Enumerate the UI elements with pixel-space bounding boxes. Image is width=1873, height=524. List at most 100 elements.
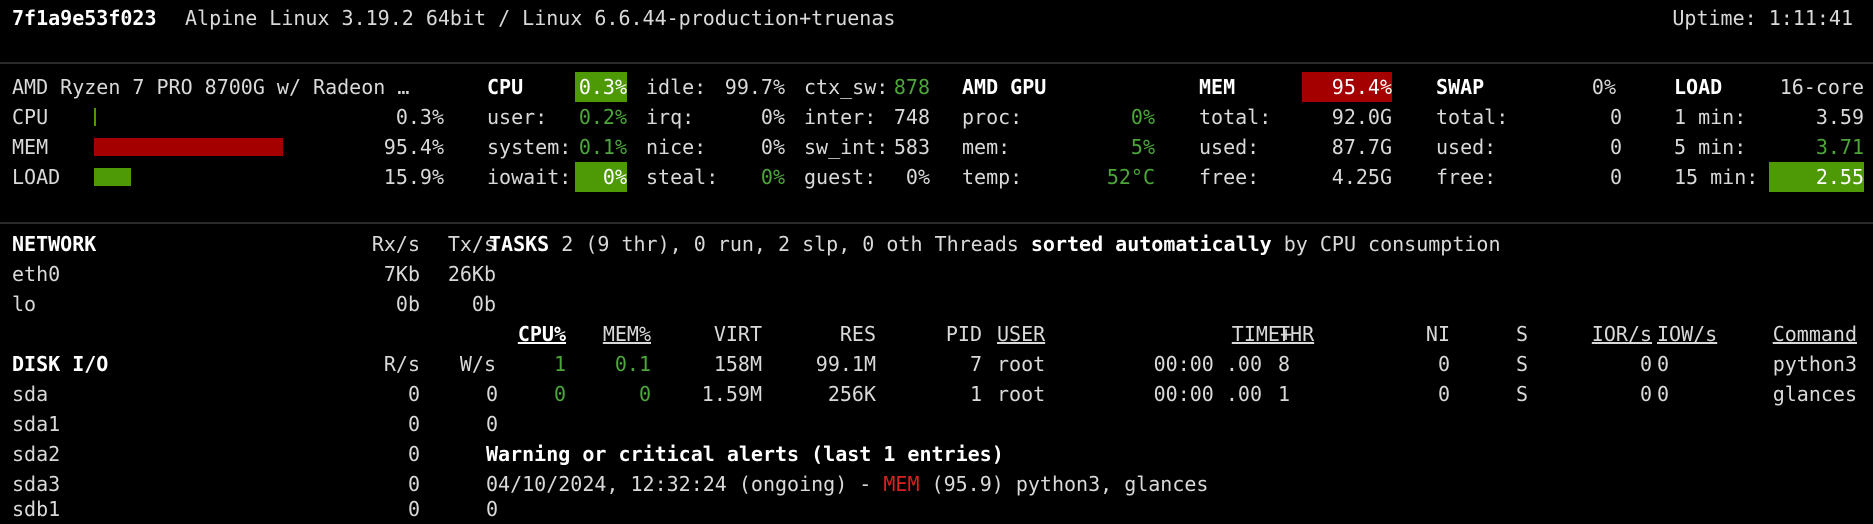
col-header-ior[interactable]: IOR/s — [1560, 319, 1652, 349]
proc-virt: 158M — [713, 352, 762, 376]
gpu-mem-value: 5% — [1130, 135, 1155, 159]
proc-user: root — [997, 382, 1046, 406]
mem-title: MEM — [1199, 75, 1236, 99]
network-iface-rx: 0b — [395, 292, 420, 316]
disk-name: sda2 — [12, 442, 61, 466]
disk-r-header: R/s — [383, 352, 420, 376]
cpu-steal-value: 0% — [760, 165, 785, 189]
cpu-nice-value: 0% — [760, 135, 785, 159]
disk-read: 0 — [407, 412, 420, 436]
proc-ior: 0 — [1639, 352, 1652, 376]
col-header-res: RES — [839, 322, 876, 346]
cpu-guest-label: guest: — [804, 165, 877, 189]
proc-cpu: 0 — [553, 382, 566, 406]
network-iface-tx: 26Kb — [447, 262, 496, 286]
cpu-ctxsw-value: 878 — [893, 75, 930, 99]
quicklook-load-value: 15.9% — [383, 165, 444, 189]
cpu-iowait-value: 0% — [575, 162, 627, 192]
cpu-system-label: system: — [487, 135, 572, 159]
col-header-ni: NI — [1425, 322, 1450, 346]
cpu-steal-label: steal: — [646, 165, 719, 189]
swap-total-value: 0 — [1609, 105, 1622, 129]
tasks-summary: 2 (9 thr), 0 run, 2 slp, 0 oth Threads — [561, 232, 1019, 256]
cpu-guest-value: 0% — [905, 165, 930, 189]
disk-name: sdb1 — [12, 497, 61, 521]
quicklook-load-label: LOAD — [12, 165, 61, 189]
cpu-idle-label: idle: — [646, 75, 707, 99]
col-header-pid: PID — [945, 322, 982, 346]
proc-thr: 8 — [1278, 352, 1291, 376]
cpu-ctxsw-label: ctx_sw: — [804, 75, 889, 99]
mem-used-value: 87.7G — [1331, 135, 1392, 159]
col-header-user[interactable]: USER — [997, 319, 1045, 349]
gpu-proc-label: proc: — [962, 105, 1023, 129]
swap-free-label: free: — [1436, 165, 1497, 189]
gpu-proc-value: 0% — [1130, 105, 1155, 129]
disk-write: 0 — [486, 382, 499, 406]
quicklook-mem-bar — [94, 138, 324, 156]
separator — [0, 222, 1873, 224]
load-15min-label: 15 min: — [1674, 165, 1759, 189]
col-header-mem[interactable]: MEM% — [580, 319, 651, 349]
network-title: NETWORK — [12, 232, 97, 256]
col-header-command[interactable]: Command — [1740, 319, 1857, 349]
network-iface-name: lo — [12, 292, 37, 316]
alert-time: 04/10/2024, 12:32:24 (ongoing) - — [486, 472, 872, 496]
col-header-s: S — [1516, 322, 1529, 346]
col-header-virt: VIRT — [713, 322, 762, 346]
proc-time: 00:00 .00 — [1153, 352, 1262, 376]
proc-user: root — [997, 352, 1046, 376]
swap-percent: 0% — [1591, 75, 1616, 99]
gpu-title: AMD GPU — [962, 75, 1047, 99]
quicklook-cpu-bar — [94, 108, 324, 126]
load-1min-label: 1 min: — [1674, 105, 1747, 129]
proc-status: S — [1516, 382, 1529, 406]
proc-mem: 0.1 — [614, 352, 651, 376]
alerts-title: Warning or critical alerts (last 1 entri… — [486, 442, 1004, 466]
mem-free-label: free: — [1199, 165, 1260, 189]
load-title: LOAD — [1674, 75, 1723, 99]
network-iface-name: eth0 — [12, 262, 61, 286]
cpu-nice-label: nice: — [646, 135, 707, 159]
proc-command: glances — [1772, 382, 1857, 406]
load-15min-value: 2.55 — [1769, 162, 1864, 192]
disk-name: sda1 — [12, 412, 61, 436]
mem-total-value: 92.0G — [1331, 105, 1392, 129]
cpu-idle-value: 99.7% — [724, 75, 785, 99]
cpu-swint-value: 583 — [893, 135, 930, 159]
network-rx-header: Rx/s — [371, 232, 420, 256]
quicklook-load-bar — [94, 168, 324, 186]
proc-status: S — [1516, 352, 1529, 376]
proc-virt: 1.59M — [701, 382, 762, 406]
uptime: Uptime: 1:11:41 — [1672, 6, 1853, 30]
col-header-iow[interactable]: IOW/s — [1657, 319, 1717, 349]
col-header-time[interactable]: TIME+ — [1150, 319, 1292, 349]
cpu-title: CPU — [487, 75, 524, 99]
tasks-sorted-suffix: by CPU consumption — [1283, 232, 1501, 256]
disk-title: DISK I/O — [12, 352, 109, 376]
disk-read: 0 — [407, 497, 420, 521]
disk-read: 0 — [407, 442, 420, 466]
proc-mem: 0 — [638, 382, 651, 406]
proc-ni: 0 — [1437, 352, 1450, 376]
disk-write: 0 — [486, 412, 499, 436]
disk-read: 0 — [407, 382, 420, 406]
gpu-mem-label: mem: — [962, 135, 1011, 159]
cpu-iowait-label: iowait: — [487, 165, 572, 189]
alert-type: MEM — [883, 472, 920, 496]
col-header-thr[interactable]: THR — [1278, 319, 1314, 349]
cpu-system-value: 0.1% — [578, 135, 627, 159]
proc-ior: 0 — [1639, 382, 1652, 406]
swap-used-label: used: — [1436, 135, 1497, 159]
proc-res: 99.1M — [815, 352, 876, 376]
col-header-cpu[interactable]: CPU% — [500, 319, 566, 349]
mem-used-label: used: — [1199, 135, 1260, 159]
mem-percent: 95.4% — [1302, 72, 1392, 102]
alert-entry: 04/10/2024, 12:32:24 (ongoing) - MEM (95… — [486, 469, 1208, 499]
cpu-user-label: user: — [487, 105, 548, 129]
tasks-title: TASKS — [489, 232, 550, 256]
cpu-inter-value: 748 — [893, 105, 930, 129]
network-tx-header: Tx/s — [447, 232, 496, 256]
proc-iow: 0 — [1657, 352, 1670, 376]
swap-used-value: 0 — [1609, 135, 1622, 159]
